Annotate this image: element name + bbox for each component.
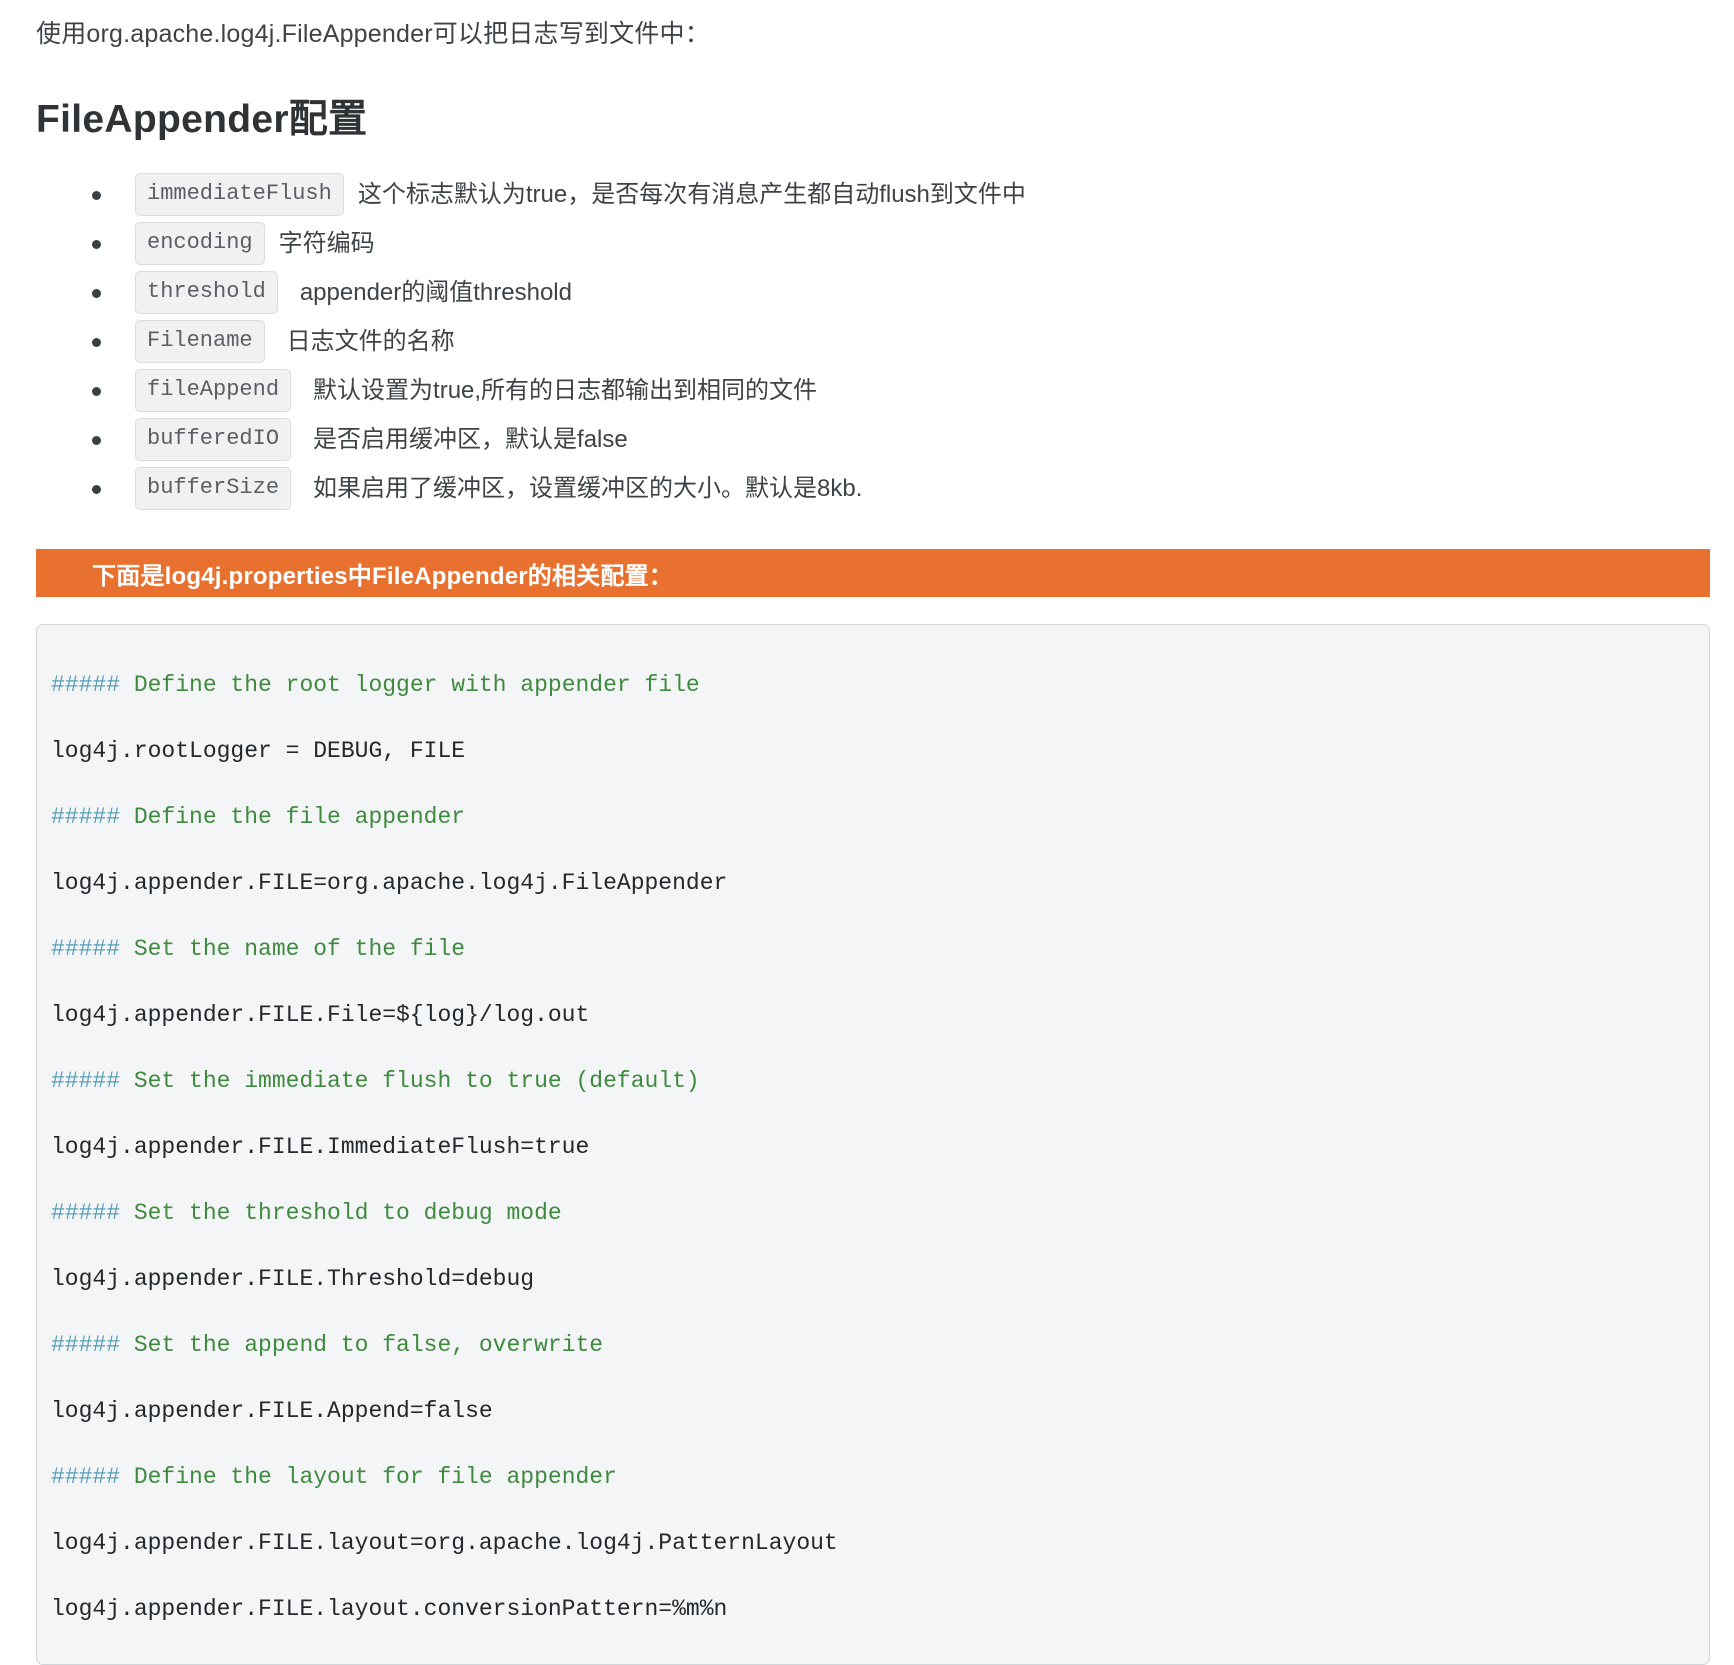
intro-paragraph: 使用org.apache.log4j.FileAppender可以把日志写到文件… (36, 20, 710, 48)
property-name-code: bufferSize (135, 467, 292, 511)
bullet-icon (92, 337, 101, 347)
document-page: 使用org.apache.log4j.FileAppender可以把日志写到文件… (0, 0, 1734, 1665)
comment-text: Set the immediate flush to true (default… (120, 1068, 700, 1095)
code-line: ##### Define the file appender (51, 801, 1709, 834)
code-line: log4j.appender.FILE.layout.conversionPat… (51, 1596, 728, 1623)
code-line: ##### Set the immediate flush to true (d… (51, 1065, 1709, 1098)
property-description: 这个标志默认为true，是否每次有消息产生都自动flush到文件中 (357, 181, 1026, 209)
bullet-icon (92, 435, 101, 445)
code-line: ##### Define the root logger with append… (51, 669, 1709, 702)
callout-banner: 下面是log4j.properties中FileAppender的相关配置： (36, 549, 1710, 598)
list-item: encoding 字符编码 (0, 219, 1734, 268)
comment-hash: ##### (51, 1332, 121, 1359)
code-line: ##### Define the layout for file appende… (51, 1461, 1709, 1494)
property-name-code: threshold (135, 271, 278, 315)
bullet-icon (92, 386, 101, 396)
comment-hash: ##### (51, 1200, 121, 1227)
comment-hash: ##### (51, 936, 121, 963)
comment-text: Define the layout for file appender (120, 1464, 617, 1491)
property-description: 是否启用缓冲区，默认是false (313, 426, 628, 454)
code-block: ##### Define the root logger with append… (36, 624, 1710, 1665)
list-item: bufferedIO 是否启用缓冲区，默认是false (0, 415, 1734, 464)
code-line: log4j.appender.FILE=org.apache.log4j.Fil… (51, 870, 728, 897)
comment-text: Define the file appender (120, 804, 466, 831)
list-item: bufferSize 如果启用了缓冲区，设置缓冲区的大小。默认是8kb. (0, 464, 1734, 513)
list-item: immediateFlush 这个标志默认为true，是否每次有消息产生都自动fl… (0, 170, 1734, 219)
property-description: appender的阈值threshold (299, 279, 572, 307)
property-name-code: fileAppend (135, 369, 292, 413)
property-description: 字符编码 (278, 230, 375, 258)
code-line: log4j.appender.FILE.Threshold=debug (51, 1266, 535, 1293)
bullet-icon (92, 288, 101, 298)
list-item: Filename 日志文件的名称 (0, 317, 1734, 366)
code-line: log4j.appender.FILE.ImmediateFlush=true (51, 1134, 590, 1161)
code-line: log4j.appender.FILE.layout=org.apache.lo… (51, 1530, 838, 1557)
comment-text: Define the root logger with appender fil… (120, 672, 700, 699)
property-description: 日志文件的名称 (286, 328, 455, 356)
property-name-code: Filename (135, 320, 265, 364)
callout-banner-text: 下面是log4j.properties中FileAppender的相关配置： (92, 562, 673, 590)
code-line: log4j.rootLogger = DEBUG, FILE (51, 738, 466, 765)
code-line: ##### Set the threshold to debug mode (51, 1197, 1709, 1230)
property-name-code: encoding (135, 222, 265, 266)
code-line: ##### Set the name of the file (51, 933, 1709, 966)
comment-hash: ##### (51, 1464, 121, 1491)
code-content: ##### Define the root logger with append… (37, 669, 1709, 1626)
property-name-code: immediateFlush (135, 173, 344, 217)
page-title: FileAppender配置 (36, 98, 368, 142)
comment-hash: ##### (51, 804, 121, 831)
comment-hash: ##### (51, 672, 121, 699)
code-line: ##### Set the append to false, overwrite (51, 1329, 1709, 1362)
list-item: threshold appender的阈值threshold (0, 268, 1734, 317)
comment-hash: ##### (51, 1068, 121, 1095)
property-description: 默认设置为true,所有的日志都输出到相同的文件 (313, 377, 818, 405)
code-line: log4j.appender.FILE.File=${log}/log.out (51, 1002, 590, 1029)
list-item: fileAppend 默认设置为true,所有的日志都输出到相同的文件 (0, 366, 1734, 415)
property-name-code: bufferedIO (135, 418, 292, 462)
comment-text: Set the append to false, overwrite (120, 1332, 604, 1359)
property-description: 如果启用了缓冲区，设置缓冲区的大小。默认是8kb. (313, 475, 863, 503)
comment-text: Set the name of the file (120, 936, 466, 963)
bullet-icon (92, 484, 101, 494)
code-line: log4j.appender.FILE.Append=false (51, 1398, 493, 1425)
bullet-icon (92, 239, 101, 249)
comment-text: Set the threshold to debug mode (120, 1200, 562, 1227)
property-list: immediateFlush 这个标志默认为true，是否每次有消息产生都自动fl… (0, 144, 1734, 513)
bullet-icon (92, 190, 101, 200)
